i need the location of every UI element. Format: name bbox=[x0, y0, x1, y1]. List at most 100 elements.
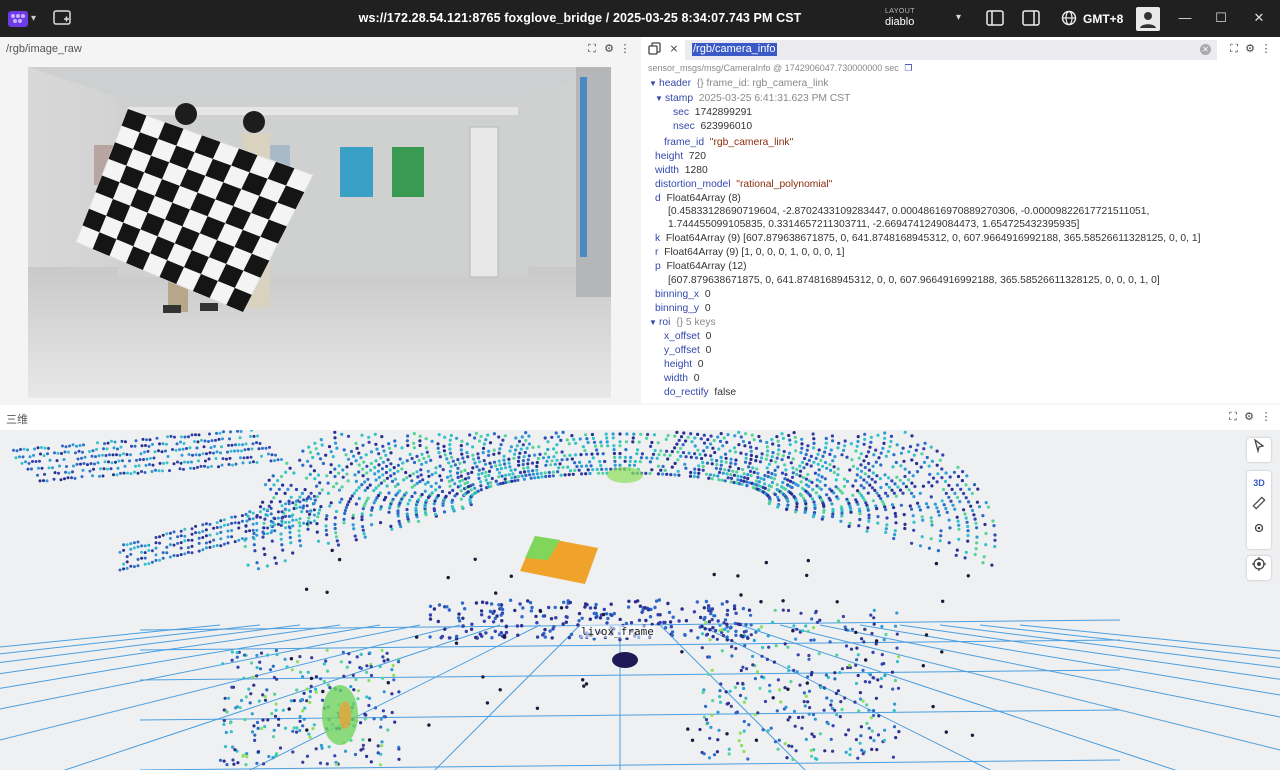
green-cluster bbox=[607, 467, 643, 483]
more-options-icon[interactable]: ⋮ bbox=[1260, 411, 1272, 423]
copy-icon[interactable]: ❐ bbox=[904, 63, 912, 73]
tree-key: width bbox=[655, 165, 680, 176]
measure-ruler-icon[interactable] bbox=[1247, 495, 1271, 519]
tree-row: [0.45833128690719604, -2.870243310928344… bbox=[668, 205, 1149, 219]
left-sidebar-toggle-icon[interactable] bbox=[985, 9, 1005, 27]
chevron-down-icon: ▾ bbox=[956, 12, 962, 23]
tree-row: frame_id "rgb_camera_link" bbox=[664, 136, 793, 150]
expand-toggle-icon[interactable]: ▼ bbox=[649, 316, 659, 330]
tree-row: nsec 623996010 bbox=[673, 120, 752, 134]
close-button[interactable]: ✕ bbox=[1250, 9, 1268, 27]
tree-key: d bbox=[655, 193, 661, 204]
tree-row[interactable]: ▼ stamp 2025-03-25 6:41:31.623 PM CST bbox=[655, 92, 850, 106]
tree-key: k bbox=[655, 233, 661, 244]
tree-row: [607.879638671875, 0, 641.8748168945312,… bbox=[668, 274, 1160, 288]
tree-value: 623996010 bbox=[700, 121, 753, 132]
tree-key: binning_y bbox=[655, 303, 700, 314]
tree-value: 0 bbox=[693, 373, 700, 384]
panel-toolbar: ⨯ /rgb/camera_info ✕ ⛶ ⚙ ⋮ bbox=[641, 37, 1280, 61]
tree-row: distortion_model "rational_polynomial" bbox=[655, 178, 832, 192]
tree-value: Float64Array (12) bbox=[666, 261, 747, 272]
panel-title[interactable]: 三维 bbox=[6, 411, 28, 427]
settings-gear-icon[interactable]: ⚙ bbox=[1243, 411, 1255, 423]
frame-label: livox_frame bbox=[580, 625, 655, 638]
tree-key: x_offset bbox=[664, 331, 700, 342]
layout-selector[interactable]: LAYOUT diablo ▾ bbox=[885, 8, 970, 32]
3d-mode-toggle[interactable]: 3D bbox=[1247, 471, 1271, 495]
interact-button[interactable] bbox=[1247, 438, 1271, 462]
tree-row: height 0 bbox=[664, 358, 704, 372]
tree-value: 1280 bbox=[684, 165, 708, 176]
tree-row: do_rectify false bbox=[664, 386, 736, 400]
tree-value: false bbox=[714, 387, 737, 398]
tree-key: binning_x bbox=[655, 289, 700, 300]
tree-key: width bbox=[664, 373, 689, 384]
publish-point-icon[interactable] bbox=[1247, 519, 1271, 543]
tree-row: binning_y 0 bbox=[655, 302, 711, 316]
tree-value: [607.879638671875, 0, 641.8748168945312,… bbox=[668, 275, 1160, 286]
tree-value: 1.744455099105835, 0.331465721130371​1, … bbox=[668, 219, 1080, 230]
tree-row: width 0 bbox=[664, 372, 700, 386]
more-options-icon[interactable]: ⋮ bbox=[1260, 43, 1272, 55]
tree-value: 0 bbox=[704, 289, 711, 300]
fullscreen-icon[interactable]: ⛶ bbox=[586, 43, 598, 55]
tree-value: 0 bbox=[697, 359, 704, 370]
maximize-button[interactable]: ☐ bbox=[1212, 9, 1230, 27]
panel-title[interactable]: /rgb/image_raw bbox=[6, 43, 82, 55]
tree-row: y_offset 0 bbox=[664, 344, 711, 358]
user-avatar[interactable] bbox=[1136, 7, 1160, 31]
3d-panel: 三维 ⛶ ⚙ ⋮ 3D bbox=[0, 405, 1280, 770]
clear-input-icon[interactable]: ✕ bbox=[1200, 44, 1211, 55]
tree-value: Float64Array (8) bbox=[666, 193, 741, 204]
tree-row: sec 1742899291 bbox=[673, 106, 752, 120]
message-type: sensor_msgs/msg/CameraInfo @ 1742906047.… bbox=[648, 63, 912, 74]
tree-key: frame_id bbox=[664, 137, 705, 148]
tree-value: 0 bbox=[705, 331, 712, 342]
tree-key: roi bbox=[659, 317, 671, 328]
settings-gear-icon[interactable]: ⚙ bbox=[603, 43, 615, 55]
right-sidebar-toggle-icon[interactable] bbox=[1021, 9, 1041, 27]
camera-image[interactable] bbox=[28, 67, 611, 398]
user-icon bbox=[1140, 12, 1156, 28]
tree-key: stamp bbox=[665, 93, 694, 104]
tree-meta: {} 5 keys bbox=[676, 317, 716, 328]
more-options-icon[interactable]: ⋮ bbox=[619, 43, 631, 55]
tree-value: 1742899291 bbox=[694, 107, 753, 118]
topic-path-text: /rgb/camera_info bbox=[692, 43, 777, 56]
add-panel-icon[interactable] bbox=[53, 10, 71, 26]
topic-path-input[interactable]: /rgb/camera_info ✕ bbox=[685, 40, 1217, 60]
fullscreen-icon[interactable]: ⛶ bbox=[1228, 43, 1240, 55]
settings-gear-icon[interactable]: ⚙ bbox=[1244, 43, 1256, 55]
tree-row: r Float64Array (9) [1, 0, 0, 0, 1, 0, 0,… bbox=[655, 246, 844, 260]
tree-row[interactable]: ▼ header {} frame_id: rgb_camera_link bbox=[649, 77, 828, 91]
tree-row[interactable]: ▼ roi {} 5 keys bbox=[649, 316, 716, 330]
expand-toggle-icon[interactable]: ▼ bbox=[655, 92, 665, 106]
expand-toggle-icon[interactable]: ▼ bbox=[649, 77, 659, 91]
tree-row: width 1280 bbox=[655, 164, 708, 178]
collapse-icon[interactable]: ⨯ bbox=[668, 43, 680, 55]
follow-target-button[interactable] bbox=[1247, 556, 1271, 580]
panel-toolbar: /rgb/image_raw ⛶ ⚙ ⋮ bbox=[0, 37, 639, 61]
3d-scene[interactable] bbox=[0, 430, 1280, 770]
message-type-text: sensor_msgs/msg/CameraInfo @ 1742906047.… bbox=[648, 63, 899, 73]
tree-value: [0.45833128690719604, -2.870243310928344… bbox=[668, 206, 1150, 217]
tree-row: 1.744455099105835, 0.331465721130371​1, … bbox=[668, 218, 1079, 232]
timezone-selector[interactable]: GMT+8 bbox=[1083, 12, 1123, 26]
tree-key: distortion_model bbox=[655, 179, 731, 190]
tree-row: x_offset 0 bbox=[664, 330, 711, 344]
tree-meta: {} frame_id: rgb_camera_link bbox=[696, 78, 829, 89]
tree-key: height bbox=[664, 359, 693, 370]
fullscreen-icon[interactable]: ⛶ bbox=[1227, 411, 1239, 423]
tree-row: k Float64Array (9) [607.879638671875, 0,… bbox=[655, 232, 1200, 246]
tree-key: r bbox=[655, 247, 659, 258]
app-menu-chevron-down-icon[interactable]: ▾ bbox=[31, 13, 41, 24]
copy-icon[interactable] bbox=[648, 42, 661, 55]
minimize-button[interactable]: — bbox=[1176, 9, 1194, 27]
tree-key: height bbox=[655, 151, 684, 162]
foxglove-logo-icon[interactable] bbox=[7, 9, 29, 29]
panel-toolbar: 三维 ⛶ ⚙ ⋮ bbox=[0, 405, 1280, 430]
globe-icon[interactable] bbox=[1060, 9, 1080, 27]
app-topbar: ▾ ws://172.28.54.121:8765 foxglove_bridg… bbox=[0, 0, 1280, 37]
tree-string-value: "rgb_camera_link" bbox=[709, 137, 794, 148]
tree-key: header bbox=[659, 78, 692, 89]
